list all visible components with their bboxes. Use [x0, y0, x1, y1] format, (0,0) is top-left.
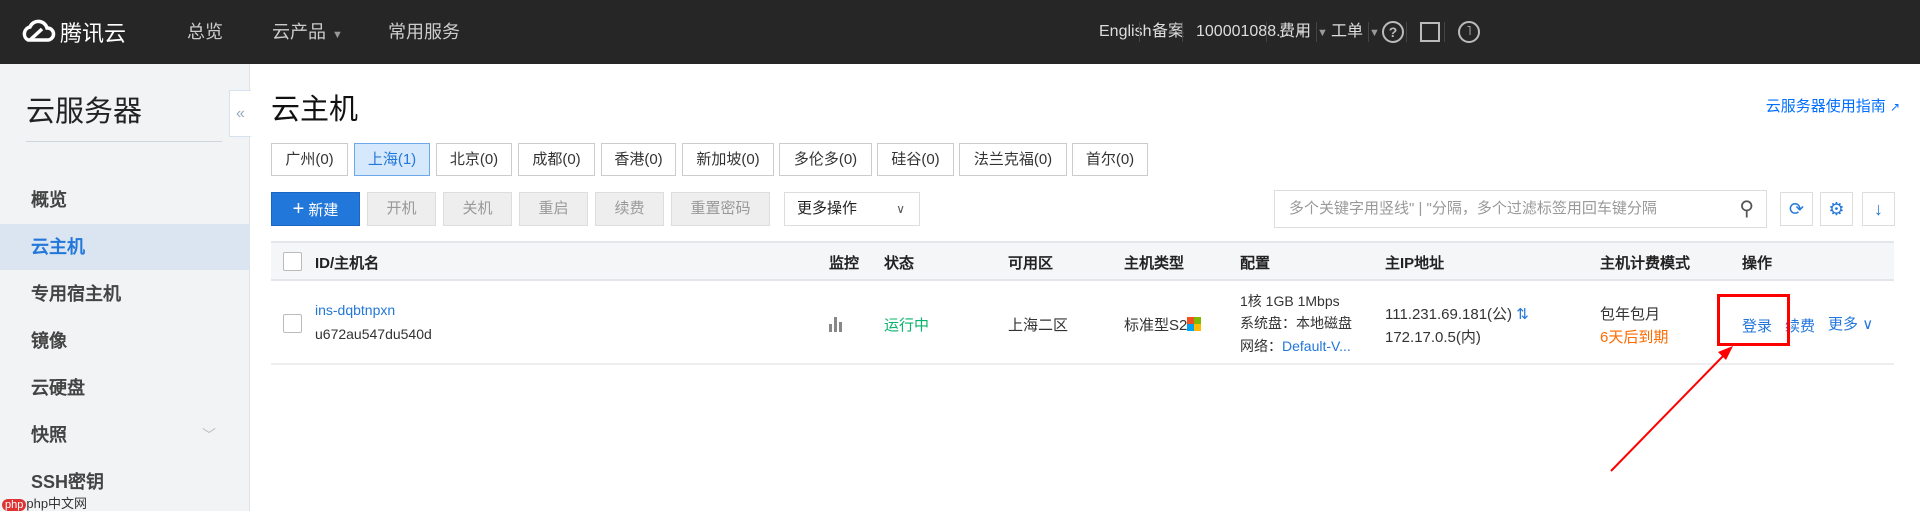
- annotation-arrow: [1610, 346, 1733, 472]
